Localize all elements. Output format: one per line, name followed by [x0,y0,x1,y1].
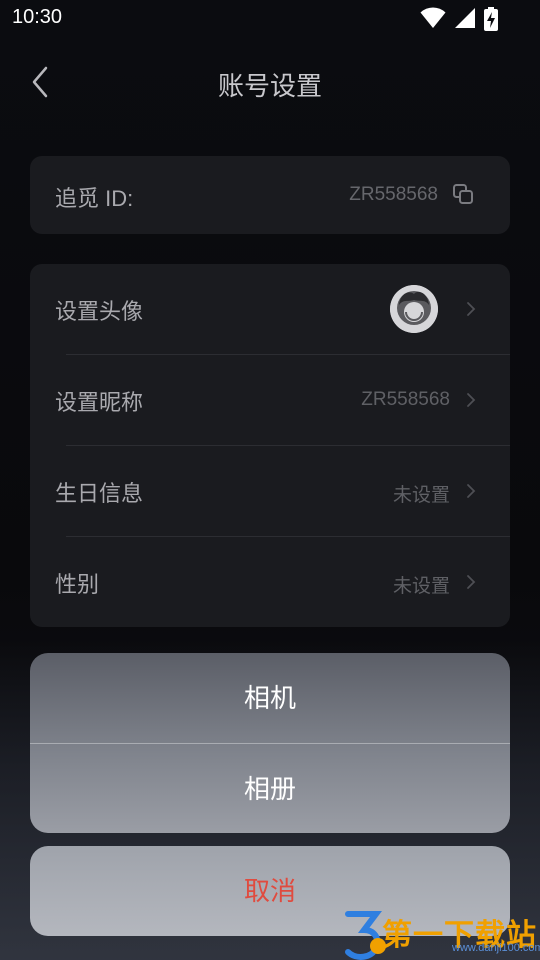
chevron-right-icon [467,484,476,498]
camera-option[interactable]: 相机 [30,653,510,743]
nickname-value: ZR558568 [361,389,450,410]
gender-row[interactable]: 性别 未设置 [30,537,510,627]
set-nickname-label: 设置昵称 [55,390,144,415]
account-id-card: 追觅 ID: ZR558568 [30,156,510,234]
gender-value: 未设置 [392,576,450,597]
action-sheet: 相机 相册 [30,653,510,833]
watermark-icon [345,911,386,960]
watermark-url: www.danji100.com [452,942,540,954]
signal-icon [455,8,475,28]
set-avatar-label: 设置头像 [55,299,144,324]
account-settings-screen: 10:30 账号设置 追觅 ID: ZR558568 设置头像 设置昵称 ZR5… [0,0,540,960]
birthday-row[interactable]: 生日信息 未设置 [30,446,510,536]
chevron-right-icon [467,302,476,316]
battery-charging-icon [484,7,498,31]
birthday-label: 生日信息 [55,481,144,506]
account-id-value: ZR558568 [349,184,438,205]
status-icons [414,7,504,31]
set-nickname-row[interactable]: 设置昵称 ZR558568 [30,355,510,445]
wifi-icon [420,7,446,28]
birthday-value: 未设置 [392,485,450,506]
chevron-right-icon [467,393,476,407]
status-time: 10:30 [12,6,63,28]
chevron-right-icon [467,575,476,589]
avatar-image [390,285,438,333]
set-avatar-row[interactable]: 设置头像 [30,264,510,354]
account-id-label: 追觅 ID: [55,186,134,211]
status-bar: 10:30 [0,0,540,36]
nav-bar: 账号设置 [0,56,540,108]
watermark-logo: 第一下载站 www.danji100.com [342,906,540,960]
album-option[interactable]: 相册 [30,744,510,833]
profile-settings-card: 设置头像 设置昵称 ZR558568 生日信息 未设置 性别 未设置 [30,264,510,627]
copy-icon[interactable] [452,183,474,205]
avatar [390,285,438,333]
page-title: 账号设置 [217,71,322,101]
gender-label: 性别 [55,572,100,597]
